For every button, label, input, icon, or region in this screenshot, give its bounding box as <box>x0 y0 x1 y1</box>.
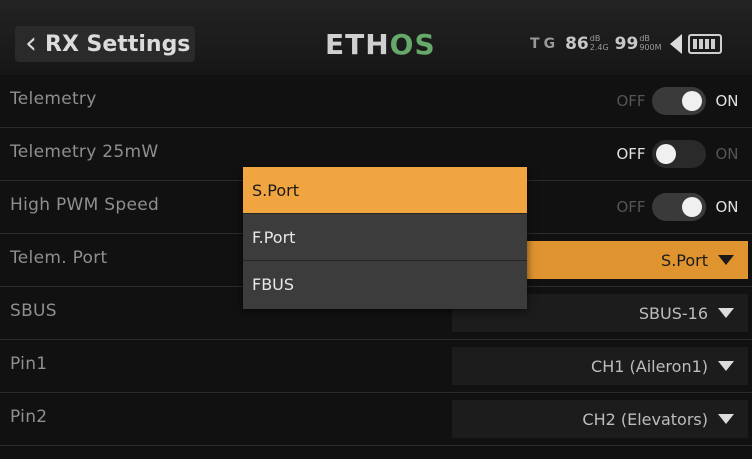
pin2-select[interactable]: CH2 (Elevators) <box>452 400 748 438</box>
row-pin2: Pin2 CH2 (Elevators) <box>0 393 752 446</box>
rssi-900m-band: 900M <box>639 43 662 52</box>
caret-down-icon <box>718 308 734 318</box>
telemetry-toggle[interactable]: OFF ON <box>614 87 744 115</box>
caret-down-icon <box>718 255 734 265</box>
rssi-2g4-band: 2.4G <box>589 43 609 52</box>
row-label-pin2: Pin2 <box>10 407 48 427</box>
toggle-on-label: ON <box>715 145 739 163</box>
row-label-telem-port: Telem. Port <box>10 248 108 268</box>
status-area: T G 86 dB 2.4G 99 dB 900M <box>530 26 722 62</box>
popup-option-fport[interactable]: F.Port <box>243 214 527 261</box>
row-pin1: Pin1 CH1 (Aileron1) <box>0 340 752 393</box>
back-button[interactable]: ‹ RX Settings <box>15 26 195 62</box>
toggle-on-label: ON <box>715 198 739 216</box>
toggle-track <box>652 193 706 221</box>
logo-main-text: ETH <box>325 28 390 61</box>
trainer-t-icon: T <box>530 36 540 52</box>
pin1-select[interactable]: CH1 (Aileron1) <box>452 347 748 385</box>
gps-g-icon: G <box>543 36 556 52</box>
toggle-knob <box>682 91 702 111</box>
popup-option-sport[interactable]: S.Port <box>243 167 527 214</box>
toggle-off-label: OFF <box>616 145 646 163</box>
rssi-900m-unit: dB <box>639 34 650 43</box>
rssi-2g4-value: 86 <box>565 34 589 54</box>
toggle-track <box>652 87 706 115</box>
row-label-sbus: SBUS <box>10 301 57 321</box>
row-label-pin1: Pin1 <box>10 354 48 374</box>
toggle-on-label: ON <box>715 92 739 110</box>
toggle-off-label: OFF <box>616 198 646 216</box>
row-label-telemetry: Telemetry <box>10 89 97 109</box>
toggle-off-label: OFF <box>616 92 646 110</box>
toggle-track <box>652 140 706 168</box>
rssi-2g4: 86 dB 2.4G <box>565 34 609 54</box>
caret-down-icon <box>718 414 734 424</box>
rssi-900m: 99 dB 900M <box>615 34 662 54</box>
high-pwm-speed-toggle[interactable]: OFF ON <box>614 193 744 221</box>
telem-port-popup: S.Port F.Port FBUS <box>243 167 527 309</box>
battery-icon <box>687 34 722 54</box>
popup-option-fbus[interactable]: FBUS <box>243 261 527 308</box>
caret-down-icon <box>718 361 734 371</box>
page-title: RX Settings <box>45 31 191 57</box>
row-label-high-pwm-speed: High PWM Speed <box>10 195 160 215</box>
telem-port-value: S.Port <box>661 250 708 270</box>
row-telemetry: Telemetry OFF ON <box>0 75 752 128</box>
ethos-logo: ETHOS <box>325 28 436 61</box>
telemetry-25mw-toggle[interactable]: OFF ON <box>614 140 744 168</box>
toggle-knob <box>682 197 702 217</box>
chevron-left-icon: ‹ <box>25 26 37 61</box>
rssi-900m-value: 99 <box>614 34 639 54</box>
row-label-telemetry-25mw: Telemetry 25mW <box>10 142 159 162</box>
pin2-value: CH2 (Elevators) <box>582 409 708 429</box>
header-bar: ‹ RX Settings ETHOS T G 86 dB 2.4G 99 dB… <box>0 0 752 75</box>
toggle-knob <box>656 144 676 164</box>
logo-accent-text: OS <box>389 28 436 61</box>
pin1-value: CH1 (Aileron1) <box>591 356 708 376</box>
sbus-value: SBUS-16 <box>638 303 708 323</box>
rssi-2g4-unit: dB <box>589 34 601 43</box>
speaker-icon[interactable] <box>669 34 682 54</box>
